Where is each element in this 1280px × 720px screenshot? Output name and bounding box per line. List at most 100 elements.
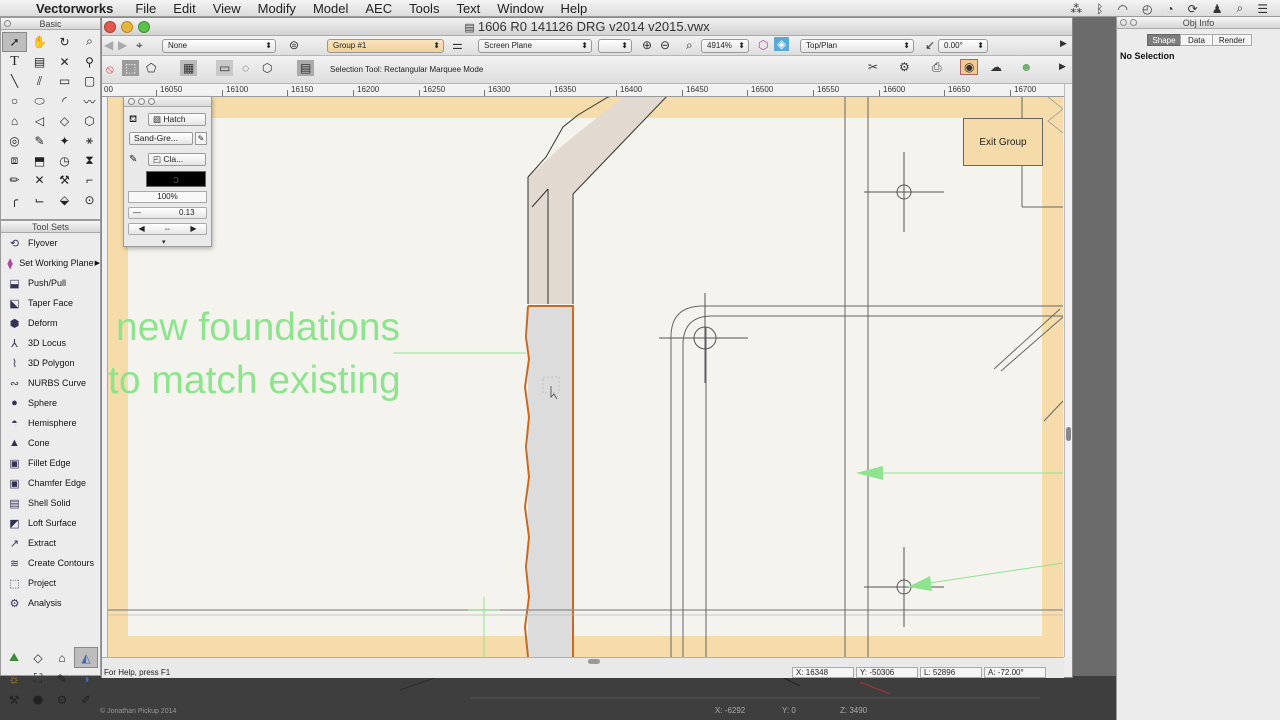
palette-close-icon[interactable] (128, 98, 135, 105)
tool-extract[interactable]: ↗ Extract (1, 533, 100, 553)
tool-3d-locus[interactable]: ⅄ 3D Locus (1, 333, 100, 353)
minimize-window-icon[interactable] (121, 21, 133, 33)
eyedropper-tool-icon[interactable]: ✎ (27, 131, 52, 151)
toolset-machine-icon[interactable]: ⚒ (2, 689, 26, 710)
tool-sphere[interactable]: ● Sphere (1, 393, 100, 413)
palette-close-icon[interactable] (1120, 19, 1127, 26)
time-machine-icon[interactable]: ◴ (1142, 2, 1152, 16)
plane-options-icon[interactable]: ⚌ (452, 38, 463, 52)
palette-minimize-icon[interactable] (138, 98, 145, 105)
freehand-tool-icon[interactable]: 〰 (77, 91, 102, 111)
tool-loft-surface[interactable]: ◩ Loft Surface (1, 513, 100, 533)
pencil-tool-icon[interactable]: ✏ (2, 171, 27, 191)
wifi-icon[interactable]: ◠ (1117, 2, 1127, 16)
drawing-canvas[interactable]: new foundations to match existing Exit G… (108, 97, 1063, 657)
zoom-window-icon[interactable] (138, 21, 150, 33)
arrowhead-controls[interactable]: ◀ ⇔ ▶ (128, 223, 207, 235)
clock-icon[interactable]: ◔ (1166, 2, 1173, 16)
offset-tool-icon[interactable]: ⌐ (77, 171, 102, 191)
mirror-axis-tool-icon[interactable]: ⧗ (77, 151, 102, 171)
arrow-style-icon[interactable]: ⇔ (163, 224, 171, 234)
palette-zoom-icon[interactable] (148, 98, 155, 105)
forward-icon[interactable]: ▶ (118, 38, 127, 52)
split-tool-icon[interactable]: ⬒ (27, 151, 52, 171)
sync-icon[interactable]: ⟳ (1188, 2, 1198, 16)
vertical-scrollbar[interactable] (1064, 84, 1072, 657)
spiral-tool-icon[interactable]: ◎ (2, 131, 27, 151)
menu-text[interactable]: Text (456, 1, 480, 16)
fillet-tool-icon[interactable]: ╭ (2, 190, 27, 210)
text-tool-icon[interactable]: T (2, 52, 27, 72)
fill-name-dropdown[interactable]: Sand-Gre... (129, 132, 193, 145)
selection-tool-icon[interactable]: ➚ (2, 32, 27, 52)
menu-edit[interactable]: Edit (173, 1, 195, 16)
class-options-icon[interactable]: ⌖ (136, 38, 143, 53)
layer-dropdown[interactable]: Group #1 (327, 39, 444, 53)
group-tool-icon[interactable]: ⬙ (52, 190, 77, 210)
tool-nurbs-curve[interactable]: ∾ NURBS Curve (1, 373, 100, 393)
annotation-text-line1[interactable]: new foundations (116, 306, 400, 350)
rotate-tool-icon[interactable]: ◷ (52, 151, 77, 171)
annotation-text-line2[interactable]: to match existing (108, 359, 401, 403)
attributes-title-bar[interactable] (124, 97, 211, 107)
palette-minimize-icon[interactable] (1130, 19, 1137, 26)
polygon-lasso-icon[interactable]: ⬡ (262, 61, 272, 75)
toolset-light-icon[interactable]: ☼ (2, 668, 26, 689)
chamfer-tool-icon[interactable]: ⌙ (27, 190, 52, 210)
reshape-tool-icon[interactable]: ✦ (52, 131, 77, 151)
mode-bar-more-icon[interactable]: ▶ (1059, 61, 1066, 72)
lighting-icon[interactable]: ☁ (990, 60, 1002, 74)
visibility-tool-icon[interactable]: ⊙ (77, 190, 102, 210)
trim-tool-icon[interactable]: ✕ (27, 171, 52, 191)
flyover-tool-icon[interactable]: ↻ (52, 32, 77, 52)
rounded-rectangle-tool-icon[interactable]: ▢ (77, 72, 102, 92)
y-coordinate-field[interactable]: Y: -50306 (856, 667, 918, 678)
plane-dropdown[interactable]: Screen Plane (478, 39, 592, 53)
print-icon[interactable]: ⎙ (932, 60, 942, 75)
pen-color-swatch[interactable]: ↄ (146, 171, 206, 187)
dropbox-icon[interactable]: ⁂ (1070, 2, 1082, 16)
toolset-visualization-icon[interactable]: ◑ (74, 668, 98, 689)
attribute-tool-icon[interactable]: ⚲ (77, 52, 102, 72)
toolset-annotation-icon[interactable]: ✐ (74, 689, 98, 710)
toolset-building-icon[interactable]: ⌂ (50, 647, 74, 668)
transform-mode-icon[interactable]: ▦ (180, 60, 198, 76)
vertical-scroll-thumb[interactable] (1066, 427, 1071, 441)
view-bar-more-icon[interactable]: ▶ (1060, 38, 1067, 49)
menu-model[interactable]: Model (313, 1, 348, 16)
bluetooth-icon[interactable]: ᛒ (1096, 2, 1103, 16)
line-weight-dropdown[interactable]: ― 0.13 (128, 207, 207, 219)
rotation-field[interactable]: 0.00° (938, 39, 988, 53)
connect-tool-icon[interactable]: ⚒ (52, 171, 77, 191)
callout-tool-icon[interactable]: ▤ (27, 52, 52, 72)
foundation-fill[interactable] (528, 306, 574, 657)
zoom-field[interactable]: 4914% (701, 39, 749, 53)
zoom-icon[interactable]: ⌕ (686, 38, 693, 53)
close-window-icon[interactable] (104, 21, 116, 33)
toolset-gear-icon[interactable]: ⚙ (50, 689, 74, 710)
hexagon-tool-icon[interactable]: ⬡ (77, 111, 102, 131)
tool-create-contours[interactable]: ≋ Create Contours (1, 553, 100, 573)
tool-analysis[interactable]: ⚙ Analysis (1, 593, 100, 613)
tool-push-pull[interactable]: ⬓ Push/Pull (1, 273, 100, 293)
objinfo-title-bar[interactable]: Obj Info (1117, 17, 1280, 29)
arrow-left-icon[interactable]: ◀ (138, 224, 144, 234)
layer-options-icon[interactable]: ⊜ (289, 38, 299, 52)
circle-tool-icon[interactable]: ○ (2, 91, 27, 111)
tool-taper-face[interactable]: ⬕ Taper Face (1, 293, 100, 313)
exit-group-button[interactable]: Exit Group (963, 118, 1043, 166)
settings-gear-icon[interactable]: ⚙ (899, 60, 910, 74)
rectangular-marquee-mode-icon[interactable]: ⬚ (122, 60, 140, 76)
zoom-fit-icon[interactable]: ⊕ (642, 38, 652, 52)
tool-cone[interactable]: ▲ Cone (1, 433, 100, 453)
disable-snap-icon[interactable]: ⦸ (106, 62, 114, 77)
pen-class-dropdown[interactable]: ◰ Cla... (148, 153, 206, 166)
standard-view-icon[interactable]: ◈ (774, 37, 790, 51)
zoom-tool-icon[interactable]: ⌕ (77, 32, 102, 52)
arrow-right-icon[interactable]: ▶ (190, 224, 196, 234)
toolset-dims-icon[interactable]: ◇ (26, 647, 50, 668)
line-tool-icon[interactable]: ╲ (2, 72, 27, 92)
visualization-icon[interactable]: ☻ (1020, 60, 1033, 74)
tool-deform[interactable]: ⬢ Deform (1, 313, 100, 333)
opacity-field[interactable]: 100% (128, 191, 207, 203)
